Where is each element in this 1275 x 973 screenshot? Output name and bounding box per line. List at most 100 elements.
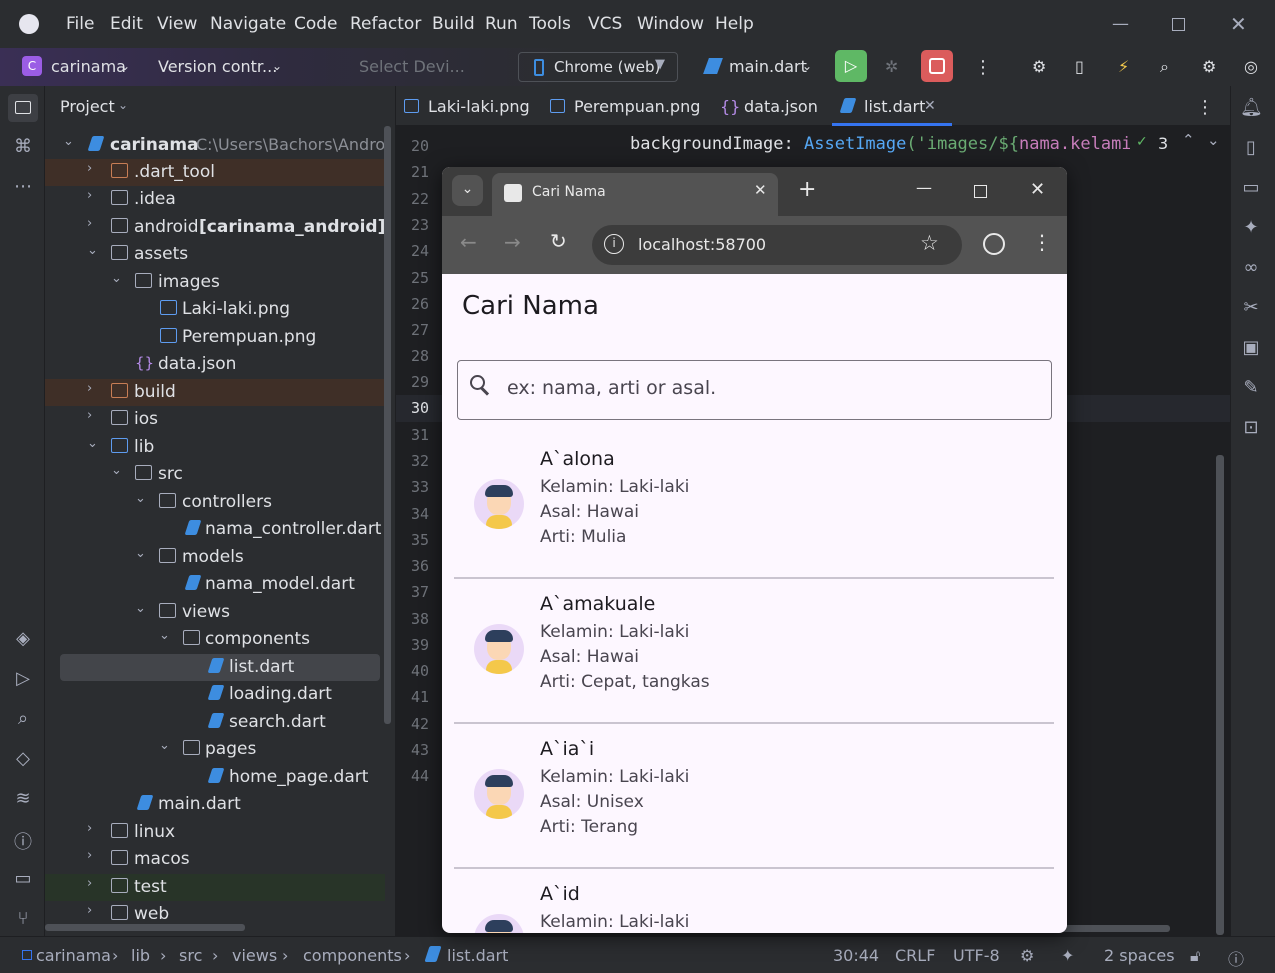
chevron-down-icon[interactable]: ⌄ (87, 436, 98, 451)
chevron-right-icon[interactable]: › (87, 408, 92, 423)
chevron-down-icon[interactable]: ⌄ (111, 463, 122, 478)
breadcrumb-components[interactable]: components (303, 946, 402, 965)
settings-icon[interactable]: ⚙ (1202, 57, 1216, 76)
menu-refactor[interactable]: Refactor (350, 14, 421, 34)
link-icon[interactable]: ∞ (1240, 257, 1262, 279)
project-tool-button[interactable] (8, 94, 38, 122)
terminal-icon[interactable]: ▭ (12, 868, 34, 890)
tree-item-android[interactable]: › android [carinama_android] (45, 214, 385, 241)
menu-help[interactable]: Help (715, 14, 754, 34)
tab-perempuan-png[interactable]: Perempuan.png (574, 97, 700, 116)
git-icon[interactable]: ⑂ (12, 908, 34, 930)
caret-position[interactable]: 30:44 (833, 946, 879, 965)
chevron-down-icon[interactable]: ⌄ (111, 271, 122, 286)
menu-edit[interactable]: Edit (110, 14, 143, 34)
device-file-icon[interactable]: ▯ (1240, 137, 1262, 159)
tree-item-lib[interactable]: ⌄ lib (45, 434, 385, 461)
menu-navigate[interactable]: Navigate (210, 14, 286, 34)
chevron-down-icon[interactable]: ⌄ (118, 98, 128, 112)
tree-item-main-dart[interactable]: main.dart (45, 791, 385, 818)
problems-icon[interactable]: ⓘ (12, 828, 34, 853)
bug-icon[interactable]: ⚙ (1032, 57, 1046, 76)
list-item[interactable]: A`id Kelamin: Laki-laki (454, 869, 1054, 933)
tree-item-perempuan-png[interactable]: Perempuan.png (45, 324, 385, 351)
site-info-icon[interactable]: i (604, 234, 624, 254)
device-selector[interactable]: Select Devi... (359, 57, 465, 76)
chevron-right-icon[interactable]: › (87, 216, 92, 231)
menu-build[interactable]: Build (432, 14, 475, 34)
tab-laki-png[interactable]: Laki-laki.png (428, 97, 530, 116)
chevron-down-icon[interactable]: ⌄ (63, 134, 74, 149)
structure-icon[interactable]: ⌘ (12, 136, 34, 158)
file-encoding[interactable]: UTF-8 (953, 946, 1000, 965)
chevron-down-icon[interactable]: ⌄ (135, 601, 146, 616)
back-icon[interactable]: ← (460, 230, 477, 254)
lock-icon[interactable]: 🔓︎ (1190, 946, 1200, 966)
close-tab-icon[interactable]: ✕ (754, 181, 767, 199)
chevron-down-icon[interactable]: ⌄ (135, 491, 146, 506)
search-icon[interactable]: ⌕ (1160, 57, 1169, 77)
chevron-down-icon[interactable]: ⌄ (1207, 131, 1220, 149)
hot-reload-icon[interactable]: ⚡ (1118, 57, 1129, 76)
tree-item-controllers[interactable]: ⌄ controllers (45, 489, 385, 516)
breadcrumb-views[interactable]: views (232, 946, 277, 965)
ai-assist-icon[interactable]: ✦ (1061, 946, 1074, 965)
tree-item-linux[interactable]: › linux (45, 819, 385, 846)
running-devices-icon[interactable]: ▭ (1240, 177, 1262, 199)
minimize-icon[interactable]: — (916, 178, 932, 197)
tree-item-laki-png[interactable]: Laki-laki.png (45, 296, 385, 323)
tree-item-assets[interactable]: ⌄ assets (45, 241, 385, 268)
menu-view[interactable]: View (157, 14, 197, 34)
chevron-right-icon[interactable]: › (87, 903, 92, 918)
menu-window[interactable]: Window (637, 14, 704, 34)
breadcrumb-src[interactable]: src (179, 946, 202, 965)
tree-item-models[interactable]: ⌄ models (45, 544, 385, 571)
menu-tools[interactable]: Tools (529, 14, 571, 34)
chevron-down-icon[interactable]: ⌄ (159, 628, 170, 643)
chevron-down-icon[interactable]: ⌄ (802, 59, 812, 73)
tree-item-ios[interactable]: › ios (45, 406, 385, 433)
menu-vcs[interactable]: VCS (588, 14, 622, 34)
list-item[interactable]: A`amakuale Kelamin: Laki-laki Asal: Hawa… (454, 579, 1054, 724)
tab-data-json[interactable]: data.json (744, 97, 818, 116)
run-button[interactable]: ▷ (835, 50, 867, 82)
tree-item-pages[interactable]: ⌄ pages (45, 736, 385, 763)
tree-vertical-scrollbar[interactable] (384, 126, 391, 724)
edit-icon[interactable]: ✎ (1240, 377, 1262, 399)
logcat-icon[interactable]: ≋ (12, 788, 34, 810)
forward-icon[interactable]: → (504, 230, 521, 254)
flutter-inspector-icon[interactable]: ◈ (12, 628, 34, 650)
list-item[interactable]: A`alona Kelamin: Laki-laki Asal: Hawai A… (454, 434, 1054, 579)
chevron-right-icon[interactable]: › (87, 821, 92, 836)
new-tab-icon[interactable]: + (798, 177, 816, 202)
device-manager-icon[interactable]: ▣ (1240, 337, 1262, 359)
close-tab-icon[interactable]: ✕ (924, 98, 936, 114)
tab-list-dart[interactable]: list.dart ✕ (832, 86, 952, 126)
project-panel-title[interactable]: Project (60, 97, 115, 116)
menu-code[interactable]: Code (294, 14, 338, 34)
tree-item-views[interactable]: ⌄ views (45, 599, 385, 626)
close-icon[interactable]: ✕ (1230, 12, 1247, 36)
address-bar[interactable]: i localhost:58700 ☆ (592, 225, 962, 265)
run-config[interactable]: main.dart (729, 57, 807, 76)
tree-item-list-dart[interactable]: list.dart (60, 654, 380, 681)
chevron-down-icon[interactable]: ⌄ (135, 546, 146, 561)
tree-item-src[interactable]: ⌄ src (45, 461, 385, 488)
gemini-icon[interactable]: ✦ (1240, 217, 1262, 239)
alert-icon[interactable]: ⓘ (1228, 946, 1244, 970)
tree-item-nama-model[interactable]: nama_model.dart (45, 571, 385, 598)
account-icon[interactable]: ◎ (1244, 57, 1258, 76)
editor-scrollbar[interactable] (1216, 455, 1224, 935)
list-item[interactable]: A`ia`i Kelamin: Laki-laki Asal: Unisex A… (454, 724, 1054, 869)
chevron-down-icon[interactable]: ⌄ (87, 243, 98, 258)
menu-file[interactable]: File (66, 14, 94, 34)
chevron-right-icon[interactable]: › (87, 188, 92, 203)
vcs-status-icon[interactable]: ⚙ (1020, 946, 1034, 965)
chevron-right-icon[interactable]: › (87, 161, 92, 176)
browser-tab[interactable]: Cari Nama ✕ (492, 173, 778, 216)
project-selector[interactable]: carinama (51, 57, 126, 76)
inspection-widget[interactable]: ✓ 3 ⌃ ⌄ (1130, 131, 1230, 157)
device-manager-icon[interactable]: ▯ (1075, 57, 1084, 76)
tab-search-button[interactable]: ⌄ (452, 175, 483, 206)
breadcrumb-list-dart[interactable]: list.dart (447, 946, 508, 965)
